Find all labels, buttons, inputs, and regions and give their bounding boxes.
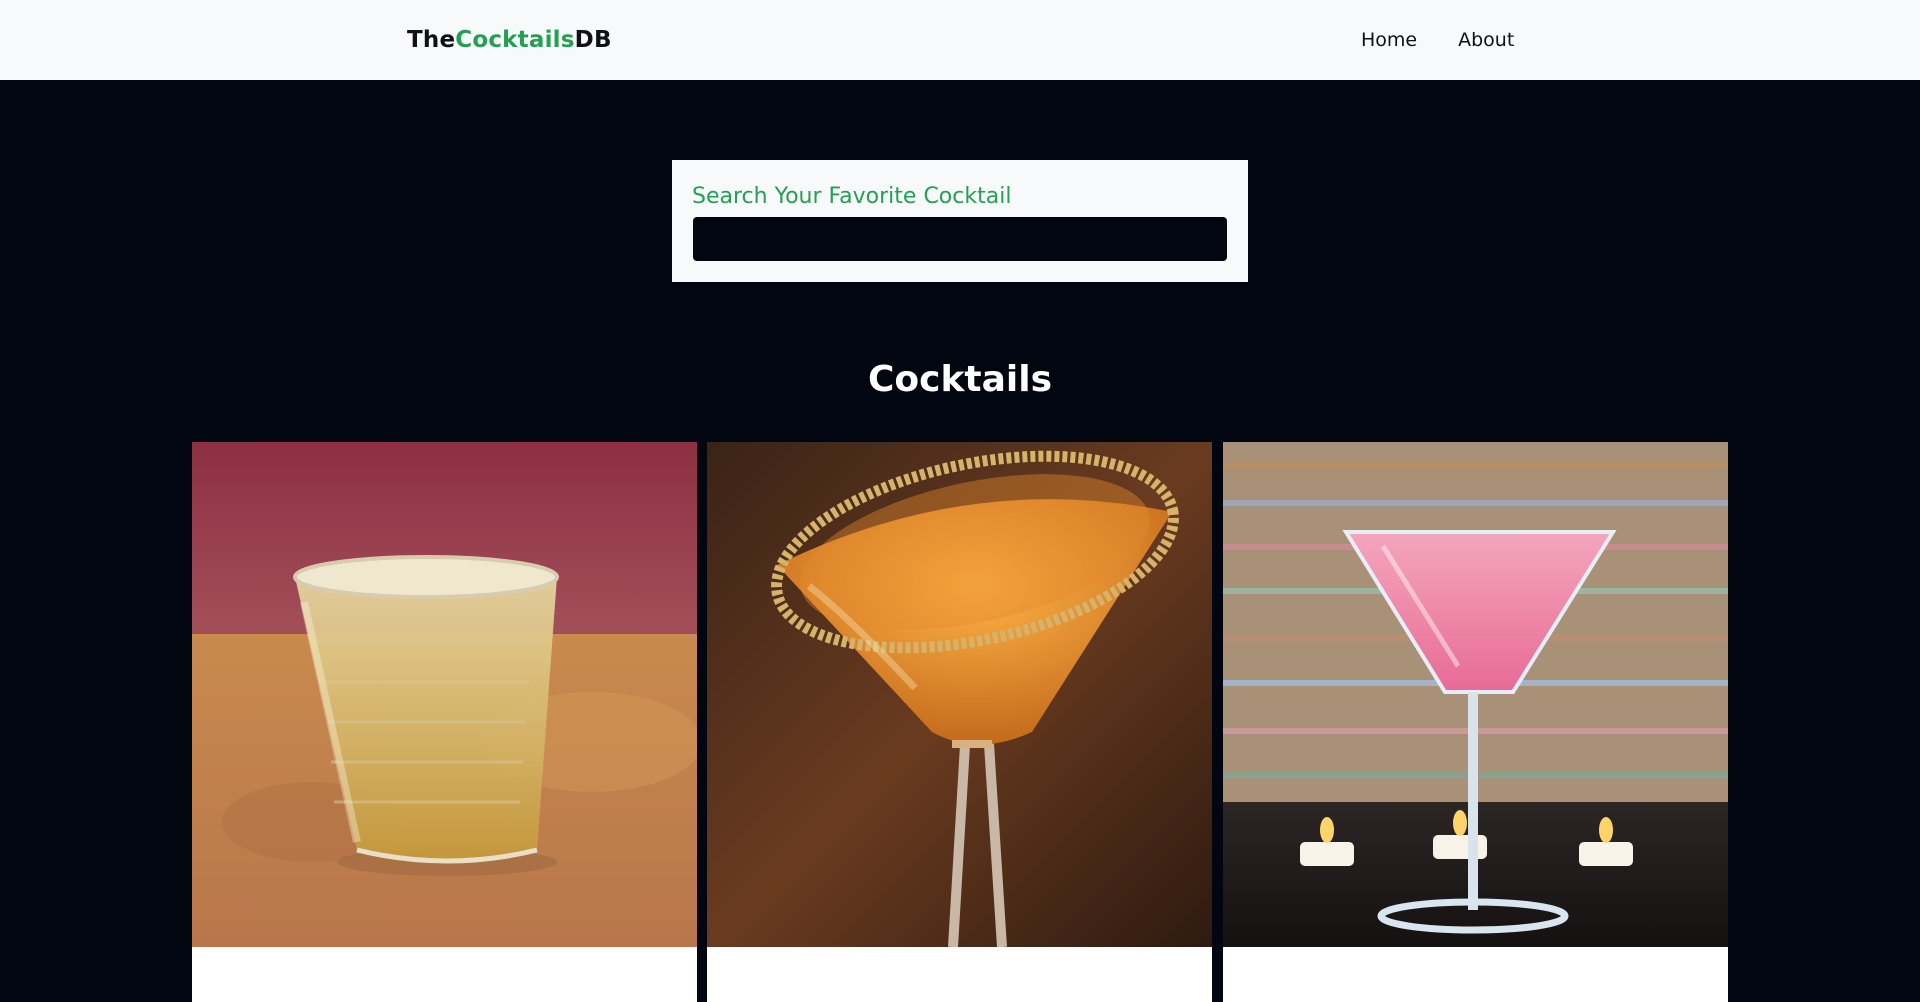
cocktail-image	[192, 442, 697, 947]
cocktail-image	[1223, 442, 1728, 947]
cocktail-card[interactable]	[192, 442, 697, 1002]
logo-part-db: DB	[574, 27, 612, 53]
card-footer	[707, 947, 1212, 1002]
nav-link-about[interactable]: About	[1458, 26, 1514, 54]
card-footer	[192, 947, 697, 1002]
section-title: Cocktails	[867, 359, 1053, 400]
nav-link-home[interactable]: Home	[1361, 26, 1417, 54]
logo-part-cocktails: Cocktails	[455, 27, 575, 53]
search-form: Search Your Favorite Cocktail	[672, 160, 1248, 282]
navbar: TheCocktailsDB Home About	[0, 0, 1920, 80]
cocktail-card[interactable]	[1223, 442, 1728, 1002]
search-input[interactable]	[693, 217, 1227, 261]
search-label: Search Your Favorite Cocktail	[692, 184, 1012, 209]
card-footer	[1223, 947, 1728, 1002]
cocktail-image	[707, 442, 1212, 947]
site-logo[interactable]: TheCocktailsDB	[407, 25, 612, 55]
logo-part-the: The	[407, 27, 456, 53]
cocktail-card[interactable]	[707, 442, 1212, 1002]
nav-links: Home About	[1361, 26, 1514, 54]
